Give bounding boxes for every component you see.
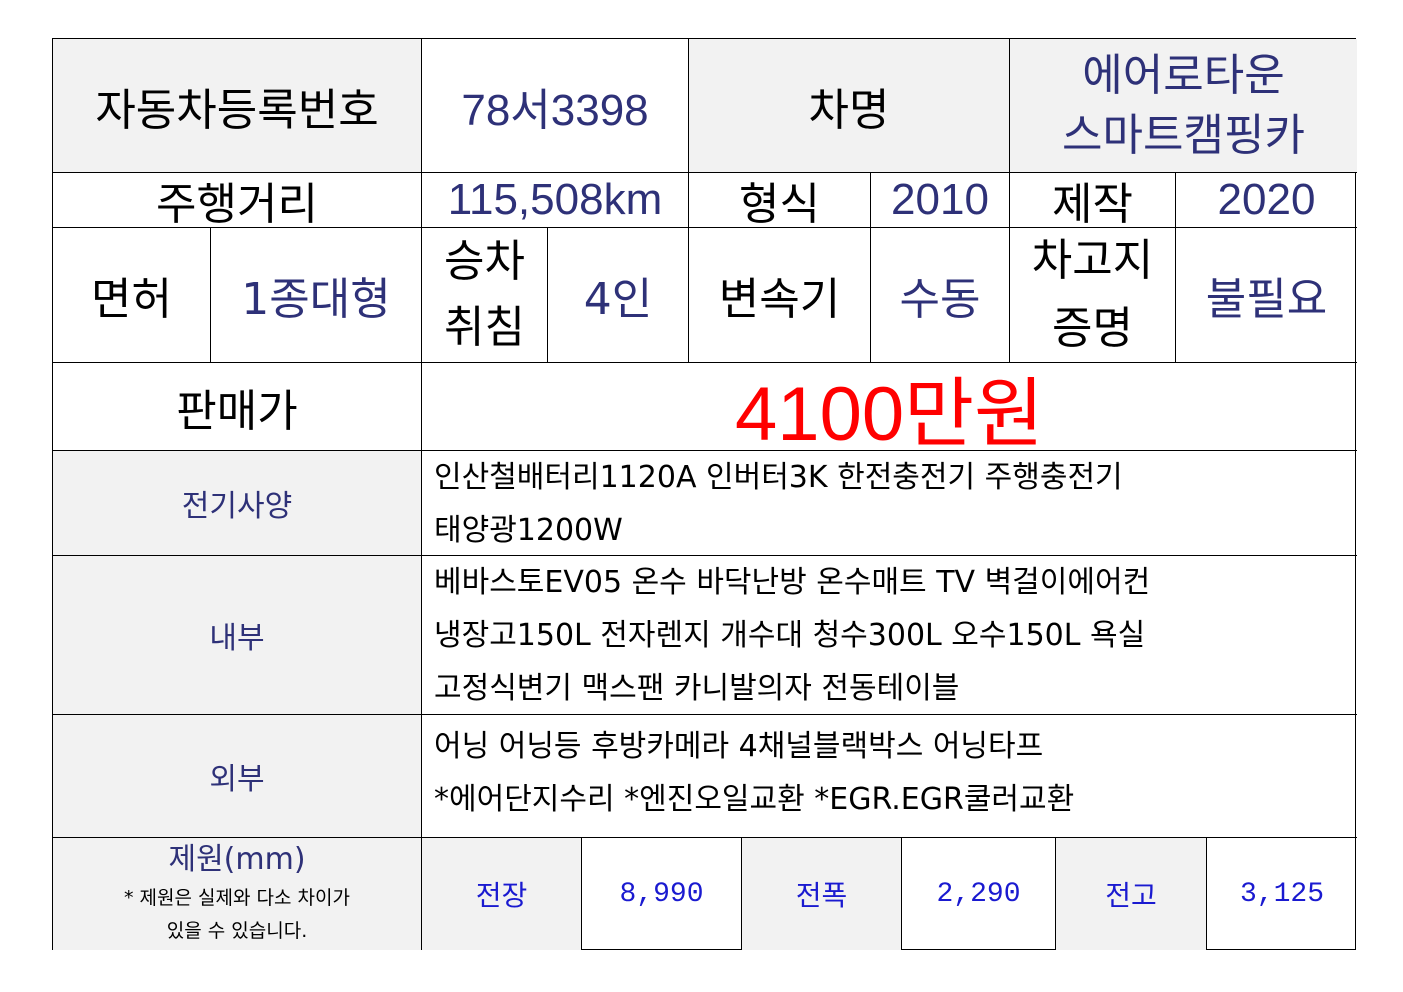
interior-line: 베바스토EV05 온수 바닥난방 온수매트 TV 벽걸이에어컨 xyxy=(434,565,1151,600)
seats-label-line2: 취침 xyxy=(444,302,525,353)
exterior-line: *에어단지수리 *엔진오일교환 *EGR.EGR쿨러교환 xyxy=(434,782,1075,817)
exterior-label: 외부 xyxy=(53,715,422,838)
height-label: 전고 xyxy=(1056,838,1207,950)
model-year-label: 형식 xyxy=(689,173,871,230)
transmission-value-text: 수동 xyxy=(899,274,981,325)
dimensions-note-line1: * 제원은 실제와 다소 차이가 xyxy=(124,887,350,909)
license-label-text: 면허 xyxy=(91,274,172,325)
vehicle-name-value: 에어로타운 스마트캠핑카 xyxy=(1010,39,1357,173)
interior-content: 베바스토EV05 온수 바닥난방 온수매트 TV 벽걸이에어컨 냉장고150L … xyxy=(422,556,1357,715)
garage-value: 불필요 xyxy=(1176,228,1357,363)
registration-number-value-text: 78서3398 xyxy=(461,85,649,135)
interior-line: 고정식변기 맥스팬 카니발의자 전동테이블 xyxy=(434,671,960,706)
vehicle-name-line2: 스마트캠핑카 xyxy=(1062,109,1305,161)
seats-label-line1: 승차 xyxy=(444,236,525,287)
vehicle-spec-sheet: 자동차등록번호 78서3398 차명 에어로타운 스마트캠핑카 주행거리 115… xyxy=(52,38,1357,950)
model-year-value: 2010 xyxy=(871,173,1010,228)
price-value-text: 4100만원 xyxy=(735,371,1044,457)
price-label-text: 판매가 xyxy=(176,385,298,437)
garage-label: 차고지 증명 xyxy=(1010,228,1176,363)
garage-label-line1: 차고지 xyxy=(1031,235,1154,286)
length-label: 전장 xyxy=(422,838,582,950)
interior-line: 냉장고150L 전자렌지 개수대 청수300L 오수150L 욕실 xyxy=(434,618,1146,653)
width-label: 전폭 xyxy=(742,838,902,950)
vehicle-name-line1: 에어로타운 xyxy=(1082,49,1285,101)
width-value: 2,290 xyxy=(902,838,1056,950)
manufacture-value: 2020 xyxy=(1176,173,1357,228)
exterior-content: 어닝 어닝등 후방카메라 4채널블랙박스 어닝타프 *에어단지수리 *엔진오일교… xyxy=(422,715,1357,838)
interior-label-text: 내부 xyxy=(209,621,265,656)
vehicle-name-label-text: 차명 xyxy=(808,84,890,136)
exterior-label-text: 외부 xyxy=(209,762,265,797)
length-label-text: 전장 xyxy=(475,879,528,912)
mileage-value-text: 115,508km xyxy=(447,175,663,224)
seats-value: 4인 xyxy=(548,228,689,363)
dimensions-label-text: 제원(mm) xyxy=(168,842,306,877)
dimensions-label: 제원(mm) * 제원은 실제와 다소 차이가 있을 수 있습니다. xyxy=(53,838,422,950)
seats-value-text: 4인 xyxy=(583,274,653,325)
registration-number-value: 78서3398 xyxy=(422,39,689,173)
electric-spec-line: 인산철배터리1120A 인버터3K 한전충전기 주행충전기 xyxy=(434,460,1123,495)
electric-spec-label: 전기사양 xyxy=(53,451,422,556)
price-label: 판매가 xyxy=(53,363,422,451)
electric-spec-content: 인산철배터리1120A 인버터3K 한전충전기 주행충전기 태양광1200W xyxy=(422,451,1357,556)
vehicle-name-label: 차명 xyxy=(689,39,1010,173)
manufacture-label: 제작 xyxy=(1010,173,1176,230)
garage-label-line2: 증명 xyxy=(1052,303,1133,354)
garage-value-text: 불필요 xyxy=(1205,274,1328,325)
mileage-label: 주행거리 xyxy=(53,173,422,230)
height-label-text: 전고 xyxy=(1105,879,1157,912)
manufacture-label-text: 제작 xyxy=(1052,179,1133,230)
length-value: 8,990 xyxy=(582,838,742,950)
height-value-text: 3,125 xyxy=(1239,878,1324,910)
model-year-value-text: 2010 xyxy=(891,175,989,224)
interior-label: 내부 xyxy=(53,556,422,715)
transmission-label-text: 변속기 xyxy=(718,274,841,325)
dimensions-note-line2: 있을 수 있습니다. xyxy=(166,920,308,942)
electric-spec-label-text: 전기사양 xyxy=(181,489,293,524)
manufacture-value-text: 2020 xyxy=(1217,175,1316,224)
mileage-label-text: 주행거리 xyxy=(156,179,318,230)
license-label: 면허 xyxy=(53,228,211,363)
width-label-text: 전폭 xyxy=(795,879,848,912)
registration-number-label: 자동차등록번호 xyxy=(53,39,422,173)
width-value-text: 2,290 xyxy=(936,878,1021,910)
registration-number-label-text: 자동차등록번호 xyxy=(95,84,379,136)
seats-label: 승차 취침 xyxy=(422,228,548,363)
price-value: 4100만원 xyxy=(422,363,1357,457)
license-value: 1종대형 xyxy=(211,228,422,363)
height-value: 3,125 xyxy=(1207,838,1357,950)
transmission-label: 변속기 xyxy=(689,228,871,363)
license-value-text: 1종대형 xyxy=(241,274,391,325)
transmission-value: 수동 xyxy=(871,228,1010,363)
model-year-label-text: 형식 xyxy=(739,179,820,230)
mileage-value: 115,508km xyxy=(422,173,689,228)
exterior-line: 어닝 어닝등 후방카메라 4채널블랙박스 어닝타프 xyxy=(434,729,1044,764)
electric-spec-line: 태양광1200W xyxy=(434,513,623,548)
length-value-text: 8,990 xyxy=(619,878,704,910)
